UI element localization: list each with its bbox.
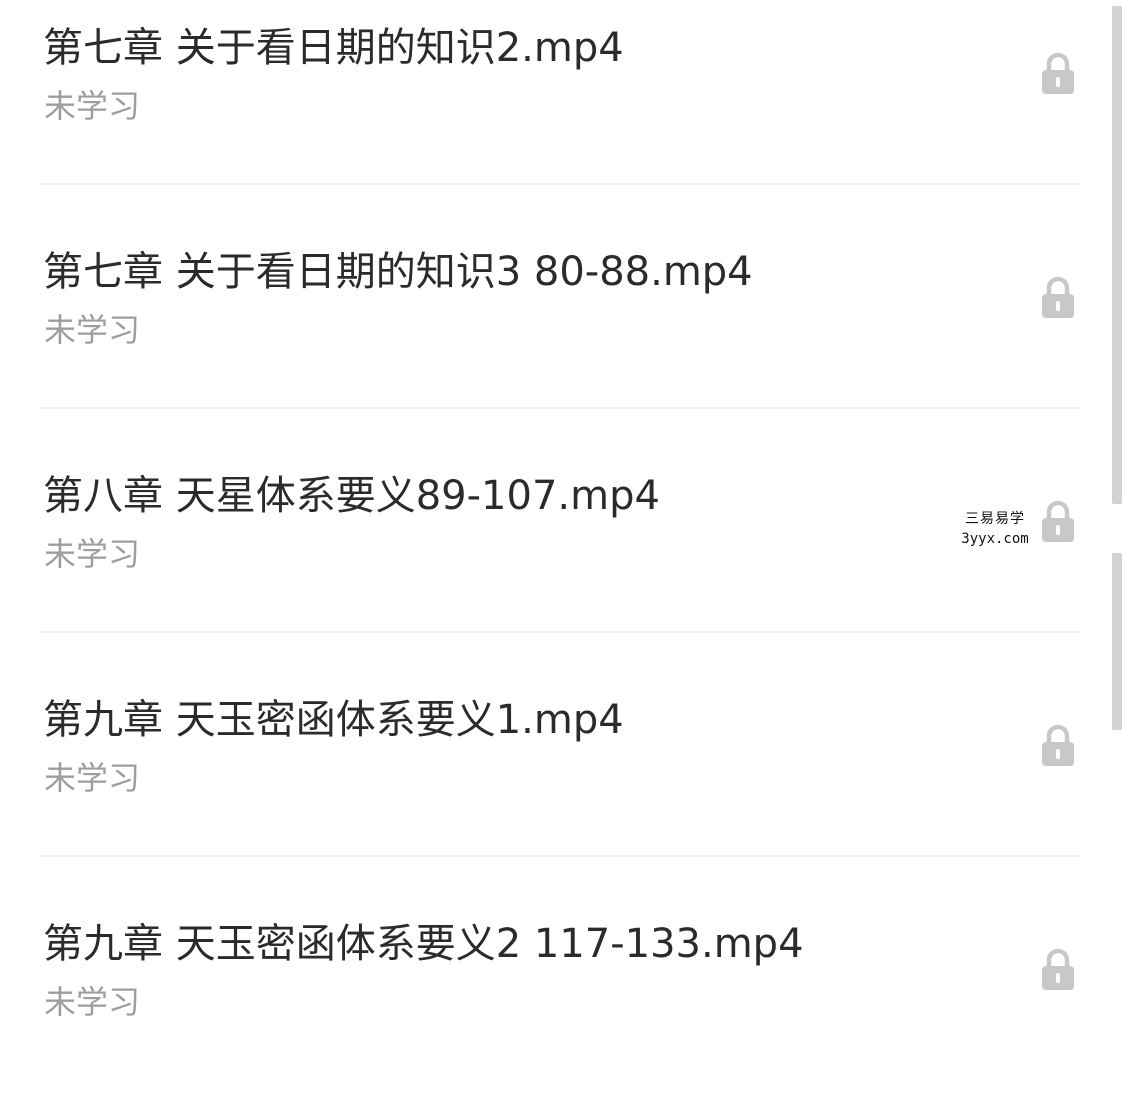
- lesson-item[interactable]: 第七章 关于看日期的知识2.mp4 未学习: [0, 0, 1100, 224]
- divider: [42, 407, 1080, 409]
- lesson-item[interactable]: 第八章 天星体系要义89-107.mp4 未学习: [0, 448, 1100, 672]
- lesson-status: 未学习: [44, 759, 141, 797]
- lesson-status: 未学习: [44, 535, 141, 573]
- lesson-title: 第七章 关于看日期的知识2.mp4: [43, 25, 624, 71]
- lesson-status: 未学习: [44, 87, 141, 125]
- watermark: 三易易学 3yyx.com: [948, 505, 1042, 555]
- lesson-status: 未学习: [44, 311, 141, 349]
- lock-icon: [1042, 724, 1074, 766]
- lesson-item[interactable]: 第七章 关于看日期的知识3 80-88.mp4 未学习: [0, 224, 1100, 448]
- divider: [42, 855, 1080, 857]
- scrollbar-thumb-upper[interactable]: [1112, 6, 1122, 504]
- lesson-item[interactable]: 第九章 天玉密函体系要义1.mp4 未学习: [0, 672, 1100, 896]
- watermark-site: 3yyx.com: [961, 531, 1029, 547]
- divider: [42, 183, 1080, 185]
- lock-icon: [1042, 276, 1074, 318]
- lesson-title: 第八章 天星体系要义89-107.mp4: [43, 473, 660, 519]
- lesson-item[interactable]: 第九章 天玉密函体系要义2 117-133.mp4 未学习: [0, 896, 1100, 1120]
- lock-icon: [1042, 500, 1074, 542]
- divider: [42, 631, 1080, 633]
- lesson-title: 第九章 天玉密函体系要义2 117-133.mp4: [43, 921, 804, 967]
- scrollbar-thumb-lower[interactable]: [1112, 553, 1122, 730]
- lesson-title: 第九章 天玉密函体系要义1.mp4: [43, 697, 624, 743]
- lesson-status: 未学习: [44, 983, 141, 1021]
- scrollbar[interactable]: [1110, 0, 1122, 1058]
- lesson-title: 第七章 关于看日期的知识3 80-88.mp4: [43, 249, 753, 295]
- watermark-name: 三易易学: [965, 511, 1025, 527]
- lock-icon: [1042, 52, 1074, 94]
- lock-icon: [1042, 948, 1074, 990]
